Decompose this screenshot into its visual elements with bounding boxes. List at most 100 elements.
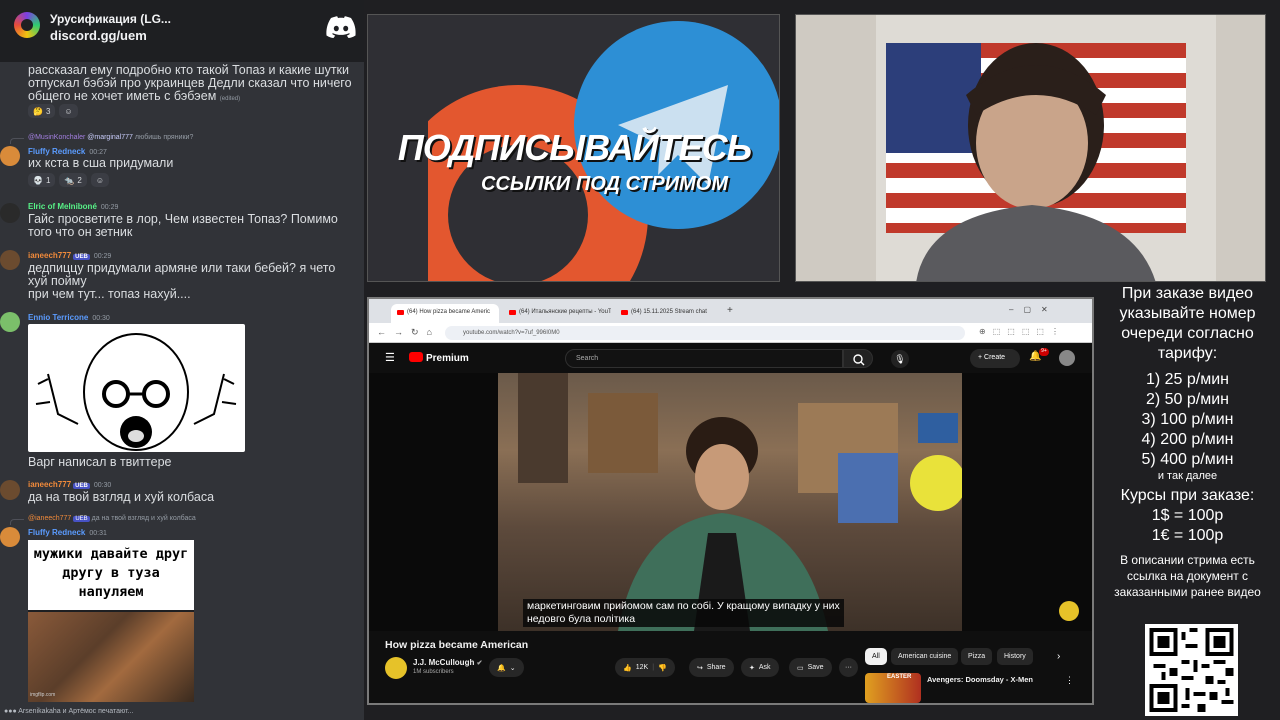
browser-tab[interactable]: (64) 15.11.2025 Stream chat xyxy=(615,304,723,323)
promo-title: ПОДПИСЫВАЙТЕСЬ xyxy=(397,127,752,168)
message-author[interactable]: ianeech777 UEB 00:30 xyxy=(28,480,111,489)
add-reaction-button[interactable]: ☺ xyxy=(59,104,78,118)
filter-chip[interactable]: American cuisine xyxy=(891,648,959,665)
server-invite[interactable]: discord.gg/uem xyxy=(50,28,147,43)
video-frame[interactable] xyxy=(498,373,962,631)
microphone-icon[interactable]: 🎙 xyxy=(891,350,909,368)
share-icon: ↪ xyxy=(697,664,703,672)
user-avatar[interactable] xyxy=(1059,350,1075,366)
tab-bar: (64) How pizza became Americ (64) Италья… xyxy=(369,299,1092,323)
create-button[interactable]: + Create xyxy=(970,349,1020,368)
meme-watermark: imgflip.com xyxy=(30,692,56,698)
more-vert-icon[interactable]: ⋮ xyxy=(1065,675,1074,686)
streamer-camera-image xyxy=(796,15,1265,281)
tariff-panel: При заказе видео указывайте номер очеред… xyxy=(1100,284,1275,624)
avatar[interactable] xyxy=(0,203,20,223)
more-actions-button[interactable]: ··· xyxy=(839,658,858,677)
save-button[interactable]: ▭ Save xyxy=(789,658,832,677)
tariff-heading: При заказе видео указывайте номер очеред… xyxy=(1119,285,1256,362)
address-bar: ←→↻⌂ youtube.com/watch?v=7uf_996I0M0 ⊕⬚⬚… xyxy=(369,323,1092,343)
discord-icon xyxy=(326,16,356,38)
reply-connector xyxy=(10,519,24,525)
wojak-meme-image[interactable] xyxy=(28,324,245,452)
ask-button[interactable]: ✦ Ask xyxy=(741,658,779,677)
extensions-icon[interactable]: ⊕⬚⬚⬚⬚⋮ xyxy=(979,327,1066,336)
tariff-price: 5) 400 р/мин xyxy=(1141,451,1234,468)
youtube-logo[interactable]: Premium xyxy=(409,352,469,364)
more-icon: ··· xyxy=(845,664,852,671)
url-field[interactable]: youtube.com/watch?v=7uf_996I0M0 xyxy=(445,326,965,340)
courses-heading: Курсы при заказе: xyxy=(1120,487,1255,504)
thumbs-up-icon: 👍 xyxy=(623,664,632,672)
reaction-row: 🤔 3 ☺ xyxy=(28,104,78,118)
browser-window: (64) How pizza became Americ (64) Италья… xyxy=(367,297,1094,705)
browser-tab-active[interactable]: (64) How pizza became Americ xyxy=(391,304,499,323)
reply-connector xyxy=(10,138,24,144)
server-icon[interactable] xyxy=(14,12,40,38)
video-subtitles: маркетинговим прийомом сам по собі. У кр… xyxy=(523,599,844,627)
message-author[interactable]: ianeech777 UEB 00:29 xyxy=(28,251,111,260)
tariff-price: 4) 200 р/мин xyxy=(1141,431,1234,448)
share-button[interactable]: ↪ Share xyxy=(689,658,734,677)
chevron-right-icon[interactable]: › xyxy=(1057,651,1060,662)
reaction-rat[interactable]: 🐀 2 xyxy=(59,173,87,187)
rat-emoji-icon: 🐀 xyxy=(64,175,75,185)
message-text: при чем тут... топаз нахуй.... xyxy=(28,287,191,301)
add-reaction-icon: ☺ xyxy=(95,175,105,185)
browser-tab[interactable]: (64) Итальянские рецепты - YouTu xyxy=(503,304,611,323)
tariff-price: 2) 50 р/мин xyxy=(1145,391,1230,408)
avatar[interactable] xyxy=(0,312,20,332)
search-button[interactable] xyxy=(843,349,873,368)
subscribed-bell-button[interactable]: 🔔 ⌄ xyxy=(489,658,524,677)
search-icon xyxy=(853,354,865,366)
thinking-emoji-icon: 🤔 xyxy=(33,106,43,116)
recommended-title[interactable]: Avengers: Doomsday - X-Men xyxy=(927,675,1033,684)
filter-chip[interactable]: History xyxy=(997,648,1033,665)
description-note: В описании стрима есть ссылка на докумен… xyxy=(1114,553,1261,599)
avatar[interactable] xyxy=(0,480,20,500)
message-author[interactable]: Elric of Melniboné 00:29 xyxy=(28,202,118,211)
role-tag: UEB xyxy=(73,516,90,522)
subscriber-count: 1M subscribers xyxy=(413,669,454,675)
tariff-price: 3) 100 р/мин xyxy=(1141,411,1234,428)
meme-image[interactable]: мужики давайте друг другу в туза напуляе… xyxy=(28,540,194,702)
window-controls[interactable]: –▢✕ xyxy=(1009,305,1058,314)
chevron-down-icon: ⌄ xyxy=(509,664,516,672)
sparkle-icon: ✦ xyxy=(749,664,755,672)
reply-preview[interactable]: @MusinKonchaler @marginal777 любишь прян… xyxy=(28,134,193,141)
avatar[interactable] xyxy=(0,250,20,270)
promo-banner: ПОДПИСЫВАЙТЕСЬ ССЫЛКИ ПОД СТРИМОМ xyxy=(367,14,780,282)
video-player[interactable]: маркетинговим прийомом сам по собі. У кр… xyxy=(369,373,1092,631)
notification-badge: 9+ xyxy=(1039,348,1049,356)
reaction-skull[interactable]: 💀 1 xyxy=(28,173,56,187)
message-text: их кста в сша придумали xyxy=(28,156,174,170)
avatar[interactable] xyxy=(0,527,20,547)
course-rate: 1$ = 100р xyxy=(1151,507,1224,524)
thumbnail-badge: EASTER xyxy=(887,674,912,680)
message-author[interactable]: Fluffy Redneck 00:31 xyxy=(28,528,107,537)
filter-chip-all[interactable]: All xyxy=(865,648,887,665)
typing-dots-icon: ●●● xyxy=(4,708,17,715)
hamburger-menu-icon[interactable]: ☰ xyxy=(385,351,395,364)
search-input[interactable]: Search xyxy=(565,349,843,368)
bookmark-icon: ▭ xyxy=(797,664,804,672)
channel-name[interactable]: J.J. McCullough ✔ xyxy=(413,658,482,667)
message-text: Варг написал в твиттере xyxy=(28,455,172,469)
like-button[interactable]: 👍 12K | 👎 xyxy=(615,658,675,677)
reply-preview[interactable]: @ianeech777 UEB да на твой взгляд и хуй к… xyxy=(28,515,196,522)
recommended-thumbnail[interactable]: EASTER xyxy=(865,673,921,703)
message-author[interactable]: Ennio Terricone 00:30 xyxy=(28,313,110,322)
typing-indicator: ●●● Arsenikakaha и Артёмос печатают... xyxy=(4,708,134,715)
filter-chip[interactable]: Pizza xyxy=(961,648,993,665)
role-tag: UEB xyxy=(73,254,90,260)
avatar[interactable] xyxy=(0,146,20,166)
new-tab-button[interactable]: + xyxy=(727,305,733,316)
channel-avatar[interactable] xyxy=(385,657,407,679)
nav-buttons-icon[interactable]: ←→↻⌂ xyxy=(377,327,440,338)
role-tag: UEB xyxy=(73,483,90,489)
channel-watermark-icon[interactable] xyxy=(1059,601,1079,621)
add-reaction-button[interactable]: ☺ xyxy=(90,173,110,187)
message-author[interactable]: Fluffy Redneck 00:27 xyxy=(28,147,107,156)
youtube-header: ☰ Premium Search 🎙 + Create 🔔 9+ xyxy=(369,343,1092,373)
reaction-thinking[interactable]: 🤔 3 xyxy=(28,104,56,118)
